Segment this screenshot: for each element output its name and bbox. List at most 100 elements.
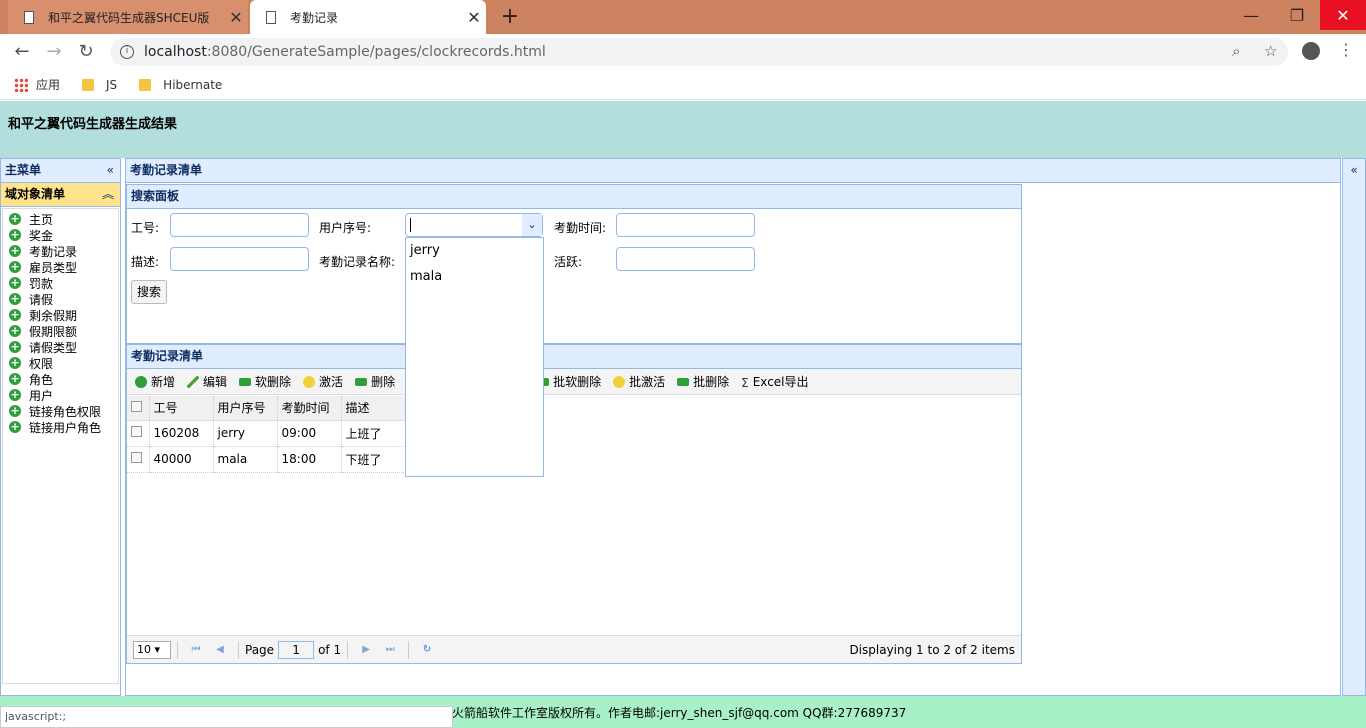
- column-header-desc[interactable]: 描述: [341, 396, 406, 421]
- column-header-empid[interactable]: 工号: [149, 396, 214, 421]
- search-button[interactable]: 搜索: [131, 280, 167, 304]
- first-page-icon[interactable]: ⏮: [190, 644, 202, 655]
- close-tab-icon[interactable]: ✕: [462, 8, 486, 27]
- select-all-checkbox[interactable]: [131, 400, 142, 412]
- column-header-time[interactable]: 考勤时间: [277, 396, 342, 421]
- profile-avatar[interactable]: [1302, 42, 1320, 60]
- menu-item-leave[interactable]: + 请假: [3, 291, 118, 307]
- grid-toolbar: 新增 编辑 软删除 激活 删除 批软删除 批激活 批删除 Σ Excel导出: [127, 369, 1021, 395]
- pagination-info: Displaying 1 to 2 of 2 items: [849, 642, 1015, 657]
- expand-left-icon[interactable]: «: [1343, 163, 1365, 177]
- separator: [408, 640, 410, 659]
- app-header: 和平之翼代码生成器生成结果: [0, 101, 1366, 158]
- status-bar: javascript:;: [0, 706, 453, 728]
- menu-item-label: 罚款: [29, 276, 54, 291]
- menu-item-privilege[interactable]: + 权限: [3, 355, 118, 371]
- address-toolbar: ← → ↻ i localhost:8080/GenerateSample/pa…: [0, 34, 1366, 70]
- menu-tree: + 主页 + 奖金 + 考勤记录 + 雇员类型 + 罚款 + 请假 + 剩余假期 + 假期限额 …: [2, 208, 119, 684]
- add-icon: [135, 375, 147, 388]
- menu-item-clockrecords[interactable]: + 考勤记录: [3, 243, 118, 259]
- of-pages-label: of 1: [318, 642, 342, 657]
- refresh-icon[interactable]: ↻: [421, 644, 433, 655]
- next-page-icon[interactable]: ▶: [360, 644, 372, 655]
- batch-delete-icon: [677, 377, 690, 386]
- time-input[interactable]: [616, 213, 755, 237]
- bookmark-label: JS: [106, 77, 118, 92]
- accordion-domain-list[interactable]: 域对象清单 ︽: [1, 183, 120, 207]
- page-label: Page: [245, 642, 275, 657]
- page-size-select[interactable]: 10 ▾: [133, 640, 171, 659]
- reload-icon[interactable]: ↻: [72, 40, 100, 64]
- row-select-cell: [127, 446, 150, 473]
- page-size-value: 10: [137, 642, 151, 656]
- menu-item-bonus[interactable]: + 奖金: [3, 227, 118, 243]
- menu-item-user[interactable]: + 用户: [3, 387, 118, 403]
- desc-input[interactable]: [170, 247, 309, 271]
- bookmark-js[interactable]: JS: [82, 78, 117, 92]
- excel-export-button[interactable]: Σ Excel导出: [741, 373, 808, 390]
- menu-item-label: 角色: [29, 372, 54, 387]
- zoom-icon[interactable]: ⌕: [1232, 42, 1240, 60]
- maximize-icon[interactable]: ❐: [1274, 0, 1320, 30]
- browser-tab-clockrecords[interactable]: 考勤记录 ✕: [250, 0, 486, 34]
- menu-item-label: 链接用户角色: [29, 420, 102, 435]
- activate-label: 激活: [319, 375, 344, 389]
- minimize-icon[interactable]: —: [1228, 0, 1274, 30]
- chevron-down-icon[interactable]: ⌄: [522, 214, 542, 236]
- menu-item-remaining-leave[interactable]: + 剩余假期: [3, 307, 118, 323]
- activate-button[interactable]: 激活: [303, 373, 343, 390]
- active-label: 活跃:: [554, 255, 583, 269]
- menu-item-link-user-role[interactable]: + 链接用户角色: [3, 419, 118, 435]
- close-tab-icon[interactable]: ✕: [224, 8, 248, 27]
- new-tab-icon[interactable]: +: [498, 4, 522, 29]
- batch-soft-delete-button[interactable]: 批软删除: [537, 373, 601, 390]
- row-checkbox[interactable]: [131, 426, 142, 437]
- document-icon: [24, 10, 34, 24]
- table-row[interactable]: 40000 mala 18:00 下班了: [127, 446, 406, 473]
- row-checkbox[interactable]: [131, 452, 142, 463]
- column-header-userid[interactable]: 用户序号: [213, 396, 278, 421]
- menu-item-fine[interactable]: + 罚款: [3, 275, 118, 291]
- add-button[interactable]: 新增: [135, 373, 175, 390]
- delete-button[interactable]: 删除: [355, 373, 395, 390]
- dropdown-option-jerry[interactable]: jerry: [406, 238, 543, 264]
- menu-item-label: 考勤记录: [29, 244, 78, 259]
- bookmark-hibernate[interactable]: Hibernate: [139, 78, 222, 92]
- last-page-icon[interactable]: ⏭: [384, 644, 396, 655]
- sigma-icon: Σ: [741, 375, 749, 390]
- menu-item-employee-type[interactable]: + 雇员类型: [3, 259, 118, 275]
- name-label: 考勤记录名称:: [319, 255, 396, 269]
- table-row[interactable]: 160208 jerry 09:00 上班了: [127, 420, 406, 447]
- bookmark-apps[interactable]: 应用: [36, 76, 60, 93]
- collapse-up-icon[interactable]: ︽: [102, 183, 114, 206]
- userid-combobox[interactable]: ⌄: [405, 213, 543, 237]
- back-icon[interactable]: ←: [8, 40, 36, 64]
- menu-icon[interactable]: ⋮: [1338, 40, 1354, 59]
- east-panel[interactable]: «: [1342, 158, 1366, 696]
- menu-item-link-role-privilege[interactable]: + 链接角色权限: [3, 403, 118, 419]
- folder-icon: [139, 78, 152, 91]
- info-icon[interactable]: i: [120, 45, 134, 59]
- collapse-left-icon[interactable]: «: [107, 159, 114, 182]
- prev-page-icon[interactable]: ◀: [214, 644, 226, 655]
- batch-activate-button[interactable]: 批激活: [613, 373, 665, 390]
- close-window-icon[interactable]: ✕: [1320, 0, 1366, 30]
- batch-delete-button[interactable]: 批删除: [677, 373, 729, 390]
- menu-item-role[interactable]: + 角色: [3, 371, 118, 387]
- active-input[interactable]: [616, 247, 755, 271]
- menu-item-leave-type[interactable]: + 请假类型: [3, 339, 118, 355]
- dropdown-option-mala[interactable]: mala: [406, 264, 543, 290]
- menu-item-label: 权限: [29, 356, 54, 371]
- menu-item-leave-limit[interactable]: + 假期限额: [3, 323, 118, 339]
- empid-input[interactable]: [170, 213, 309, 237]
- browser-tab-generator[interactable]: 和平之翼代码生成器SHCEU版 ✕: [8, 0, 248, 34]
- menu-item-label: 奖金: [29, 228, 54, 243]
- soft-delete-button[interactable]: 软删除: [239, 373, 291, 390]
- edit-button[interactable]: 编辑: [187, 373, 227, 390]
- folder-icon: [82, 78, 95, 91]
- menu-item-home[interactable]: + 主页: [3, 211, 118, 227]
- url-bar[interactable]: i localhost:8080/GenerateSample/pages/cl…: [110, 38, 1288, 66]
- page-number-input[interactable]: 1: [278, 640, 315, 659]
- star-icon[interactable]: ☆: [1264, 42, 1277, 60]
- forward-icon[interactable]: →: [40, 40, 68, 64]
